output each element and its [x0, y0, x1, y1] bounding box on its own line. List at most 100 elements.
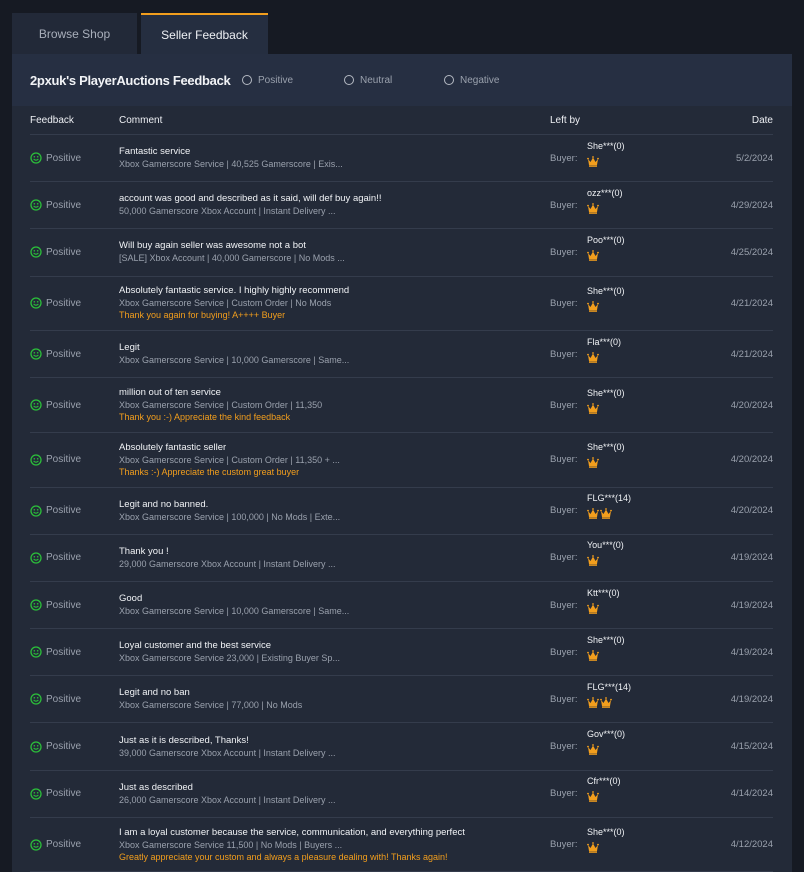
rating-label: Positive — [46, 741, 82, 753]
radio-unchecked-icon — [444, 75, 454, 85]
filter-positive-radio[interactable]: Positive — [242, 75, 344, 86]
comment-cell: Loyal customer and the best service Xbox … — [119, 640, 550, 664]
buyer-rank-badges — [587, 202, 623, 214]
item-title-link[interactable]: Xbox Gamerscore Service | 100,000 | No M… — [119, 511, 550, 523]
item-title-link[interactable]: Xbox Gamerscore Service 11,500 | No Mods… — [119, 839, 550, 851]
comment-text: account was good and described as it sai… — [119, 193, 382, 205]
smiley-icon — [30, 348, 42, 360]
buyer-username: You***(0) — [587, 540, 624, 551]
panel-header: 2pxuk's PlayerAuctions Feedback Positive… — [12, 54, 792, 106]
comment-cell: Thank you ! 29,000 Gamerscore Xbox Accoun… — [119, 546, 550, 570]
feedback-rating: Positive — [30, 838, 119, 851]
comment-text: Good — [119, 593, 143, 604]
table-row: Positive I am a loyal customer because th… — [30, 818, 773, 872]
comment-text: Legit — [119, 342, 140, 354]
buyer-username: FLG***(14) — [587, 681, 632, 692]
buyer-username: She***(0) — [587, 140, 625, 151]
filter-label: Negative — [460, 74, 500, 86]
item-title-link[interactable]: Xbox Gamerscore Service | Custom Order |… — [119, 297, 550, 309]
buyer-username: She***(0) — [587, 285, 625, 296]
buyer-label: Buyer: — [550, 199, 578, 211]
table-header: Feedback Comment Left by Date — [30, 106, 773, 135]
rating-label: Positive — [46, 599, 82, 611]
buyer-username: Poo***(0) — [587, 234, 625, 245]
buyer-label: Buyer: — [550, 646, 578, 658]
feedback-rating: Positive — [30, 246, 119, 259]
buyer-rank-badges — [587, 744, 625, 755]
item-title-link[interactable]: 29,000 Gamerscore Xbox Account | Instant… — [119, 558, 550, 570]
table-row: Positive Loyal customer and the best serv… — [30, 629, 773, 677]
feedback-date: 4/15/2024 — [730, 741, 773, 753]
feedback-table: Feedback Comment Left by Date Positive Fa… — [30, 106, 773, 872]
filter-neutral-radio[interactable]: Neutral — [344, 75, 444, 86]
buyer-rank-badges — [587, 791, 621, 803]
buyer-label: Buyer: — [550, 348, 578, 360]
filter-label: Neutral — [360, 74, 393, 86]
crown-icon — [587, 457, 599, 469]
crown-icon — [587, 555, 599, 567]
buyer-label: Buyer: — [550, 599, 578, 611]
column-header-left-by: Left by — [550, 114, 581, 126]
buyer-rank-badges — [587, 300, 625, 312]
comment-cell: Legit and no ban Xbox Gamerscore Service … — [119, 687, 550, 711]
left-by-cell: Buyer: Poo***(0) — [550, 235, 650, 261]
buyer-label: Buyer: — [550, 693, 578, 705]
left-by-cell: Buyer: She***(0) — [550, 827, 650, 853]
left-by-cell: Buyer: FLG***(14) — [550, 682, 650, 708]
tab-seller-feedback[interactable]: Seller Feedback — [141, 13, 268, 54]
filter-negative-radio[interactable]: Negative — [444, 75, 544, 86]
rating-label: Positive — [46, 199, 82, 211]
item-title-link[interactable]: 50,000 Gamerscore Xbox Account | Instant… — [119, 205, 550, 217]
rating-label: Positive — [46, 246, 82, 258]
buyer-rank-badges — [587, 351, 621, 363]
item-title-link[interactable]: Xbox Gamerscore Service | 10,000 Gamersc… — [119, 354, 550, 366]
seller-reply: Thank you :-) Appreciate the kind feedba… — [119, 412, 291, 423]
buyer-rank-badges — [587, 696, 631, 708]
crown-icon — [587, 250, 599, 261]
item-title-link[interactable]: Xbox Gamerscore Service 23,000 | Existin… — [119, 652, 550, 664]
left-by-cell: Buyer: She***(0) — [550, 635, 650, 661]
comment-text: Loyal customer and the best service — [119, 640, 272, 652]
comment-text: Thank you ! — [119, 545, 169, 557]
buyer-label: Buyer: — [550, 839, 578, 851]
comment-text: Just as described — [119, 781, 193, 793]
item-title-link[interactable]: Xbox Gamerscore Service | Custom Order |… — [119, 399, 550, 411]
comment-cell: Legit Xbox Gamerscore Service | 10,000 Ga… — [119, 342, 550, 366]
item-title-link[interactable]: Xbox Gamerscore Service | 40,525 Gamersc… — [119, 158, 550, 170]
rating-label: Positive — [46, 505, 82, 517]
item-title-link[interactable]: Xbox Gamerscore Service | 77,000 | No Mo… — [119, 699, 550, 711]
item-title-link[interactable]: Xbox Gamerscore Service | 10,000 Gamersc… — [119, 605, 550, 617]
crown-icon — [587, 696, 599, 708]
item-title-link[interactable]: 26,000 Gamerscore Xbox Account | Instant… — [119, 794, 550, 806]
item-title-link[interactable]: [SALE] Xbox Account | 40,000 Gamerscore … — [119, 252, 550, 264]
rating-label: Positive — [46, 552, 82, 564]
tab-browse-shop[interactable]: Browse Shop — [12, 13, 137, 54]
comment-cell: Legit and no banned. Xbox Gamerscore Serv… — [119, 499, 550, 523]
crown-icon — [587, 351, 599, 363]
buyer-label: Buyer: — [550, 788, 578, 800]
rating-label: Positive — [46, 297, 82, 309]
buyer-rank-badges — [587, 457, 625, 469]
smiley-icon — [30, 199, 42, 211]
page-title: 2pxuk's PlayerAuctions Feedback — [30, 72, 231, 88]
crown-icon — [587, 202, 599, 214]
buyer-rank-badges — [587, 508, 631, 519]
crown-icon — [587, 508, 599, 519]
item-title-link[interactable]: 39,000 Gamerscore Xbox Account | Instant… — [119, 747, 550, 759]
smiley-icon — [30, 552, 42, 564]
buyer-label: Buyer: — [550, 246, 578, 258]
column-header-date: Date — [751, 114, 773, 126]
buyer-label: Buyer: — [550, 399, 578, 411]
buyer-username: Ktt***(0) — [587, 587, 620, 598]
page-edge — [792, 0, 804, 872]
left-by-cell: Buyer: She***(0) — [550, 442, 650, 469]
table-body: Positive Fantastic service Xbox Gamerscore… — [30, 135, 773, 872]
item-title-link[interactable]: Xbox Gamerscore Service | Custom Order |… — [119, 454, 550, 466]
feedback-date: 5/2/2024 — [736, 152, 773, 164]
comment-text: Legit and no ban — [119, 687, 190, 699]
rating-label: Positive — [46, 693, 82, 705]
feedback-date: 4/29/2024 — [730, 199, 773, 211]
smiley-icon — [30, 693, 42, 706]
feedback-date: 4/21/2024 — [730, 348, 773, 360]
buyer-username: Cfr***(0) — [587, 776, 621, 787]
